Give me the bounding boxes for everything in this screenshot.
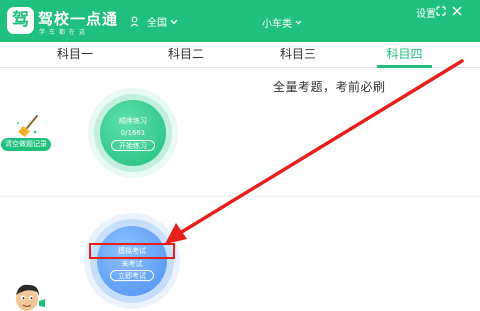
- practice-title: 顺序练习: [119, 117, 147, 125]
- broom-icon: [17, 115, 38, 137]
- tab-subject-3[interactable]: 科目三: [268, 42, 328, 68]
- cartoon-avatar: [16, 284, 45, 311]
- chevron-down-icon: [170, 19, 178, 24]
- car-type-label: 小车类: [262, 19, 292, 30]
- clear-records-button[interactable]: 清空做题记录: [1, 138, 51, 151]
- tab-subject-2[interactable]: 科目二: [156, 42, 216, 68]
- active-tab-indicator: [377, 65, 432, 68]
- car-type-selector[interactable]: 小车类: [262, 15, 302, 30]
- title-bar: 驾 驾校一点通 学车都在这 全国 小车类 设置: [0, 0, 480, 42]
- app-logo-icon: 驾: [7, 7, 34, 34]
- app-window: 驾 驾校一点通 学车都在这 全国 小车类 设置 科目一 科目二 科目三 科目四 …: [0, 0, 480, 311]
- app-slogan: 学车都在这: [39, 29, 90, 36]
- mock-exam-highlight-box: [89, 243, 175, 259]
- region-label: 全国: [147, 18, 167, 29]
- tab-subject-1[interactable]: 科目一: [45, 42, 105, 68]
- practice-progress: 0/1661: [120, 129, 146, 137]
- region-selector[interactable]: 全国: [130, 14, 178, 29]
- close-icon[interactable]: [451, 5, 463, 17]
- section-headline: 全量考题，考前必刷: [273, 80, 386, 94]
- mock-exam-status: 未考试: [121, 260, 143, 268]
- start-practice-button[interactable]: 开始练习: [111, 140, 155, 151]
- settings-button[interactable]: 设置: [416, 5, 436, 20]
- pin-icon[interactable]: [435, 5, 447, 17]
- subject-tabs: 科目一 科目二 科目三 科目四: [0, 42, 480, 68]
- location-icon: [130, 16, 139, 27]
- start-exam-button[interactable]: 立即考试: [110, 270, 154, 281]
- section-divider: [0, 196, 480, 197]
- app-name: 驾校一点通: [38, 10, 119, 28]
- chevron-down-icon: [295, 20, 302, 25]
